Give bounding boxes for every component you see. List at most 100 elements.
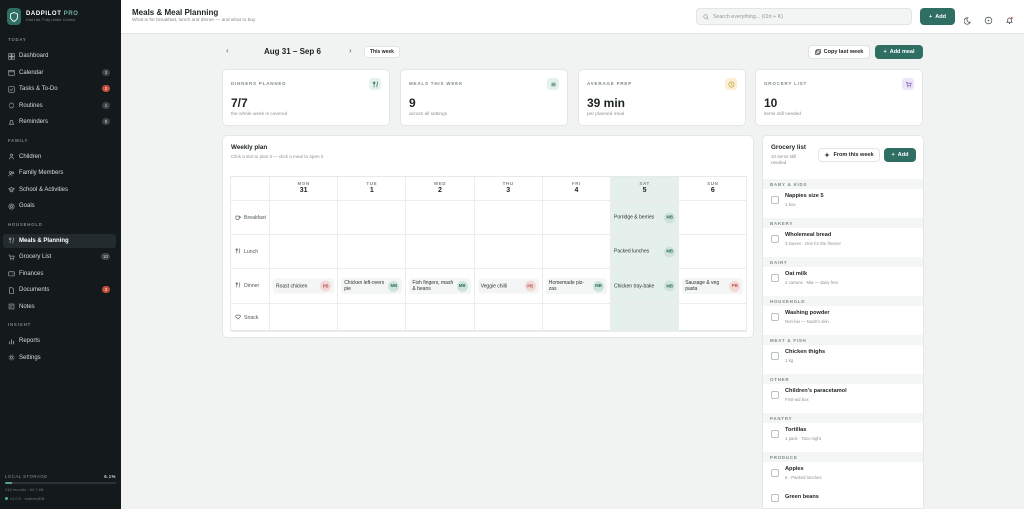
grocery-add-button[interactable]: + Add	[884, 148, 916, 162]
meal-chip[interactable]: Sausage & veg pasta PB	[682, 278, 744, 294]
sidebar-item-school-activities[interactable]: School & Activities	[3, 183, 116, 197]
sidebar-item-routines[interactable]: Routines 1	[3, 99, 116, 113]
meal-slot[interactable]	[542, 201, 611, 235]
help-icon[interactable]	[984, 12, 993, 25]
meal-chip[interactable]: Packed lunches MB	[614, 246, 676, 257]
day-name: TUE	[366, 181, 378, 186]
moon-icon[interactable]	[963, 12, 973, 25]
utensils-icon	[369, 78, 381, 90]
checkbox[interactable]	[771, 235, 779, 243]
checkbox[interactable]	[771, 469, 779, 477]
prev-week-chevron-icon[interactable]: ‹	[226, 46, 229, 55]
meal-chip[interactable]: Veggie chilli PB	[477, 278, 539, 294]
meal-slot[interactable]	[679, 201, 748, 235]
this-week-button[interactable]: This week	[364, 46, 400, 58]
sidebar-item-label: School & Activities	[19, 186, 69, 193]
meal-slot[interactable]	[542, 235, 611, 269]
sidebar-item-dashboard[interactable]: Dashboard	[3, 49, 116, 63]
stat-label: MEALS THIS WEEK	[409, 81, 464, 86]
add-meal-button[interactable]: + Add meal	[875, 45, 923, 59]
sidebar-item-label: Reminders	[19, 119, 49, 125]
meal-slot[interactable]	[406, 201, 475, 235]
brand-name: DADPILOT PRO	[26, 11, 79, 17]
grocery-item: Wholemeal bread 3 loaves · One for the fr…	[763, 230, 923, 255]
stat-subtext: the whole week is covered	[231, 112, 288, 117]
meal-slot[interactable]	[406, 235, 475, 269]
checkbox[interactable]	[771, 274, 779, 282]
coffee-icon	[235, 214, 241, 222]
grocery-item-name: Washing powder	[785, 310, 830, 316]
sidebar-item-calendar[interactable]: Calendar 3	[3, 66, 116, 80]
grocery-item-name: Wholemeal bread	[785, 232, 832, 238]
meal-slot[interactable]	[474, 304, 543, 332]
sidebar-item-meals-planning[interactable]: Meals & Planning	[3, 233, 116, 248]
day-date: 31	[299, 187, 308, 194]
meal-slot[interactable]: Chicken tray-bake MB	[611, 269, 680, 304]
meal-slot[interactable]: Chicken left-overs pie MB	[338, 269, 407, 304]
meal-slot[interactable]	[474, 201, 543, 235]
sidebar-item-goals[interactable]: Goals	[3, 199, 116, 213]
meal-slot[interactable]	[270, 304, 339, 332]
meal-slot[interactable]: Fish fingers, mash & beans MB	[406, 269, 475, 304]
meal-chip[interactable]: Porridge & berries MB	[614, 212, 676, 223]
copy-last-week-button[interactable]: Copy last week	[808, 45, 870, 59]
checkbox[interactable]	[771, 494, 779, 502]
sidebar-item-documents[interactable]: Documents 2	[3, 283, 116, 297]
sidebar-item-reminders[interactable]: Reminders 5	[3, 115, 116, 129]
meal-chip[interactable]: Chicken tray-bake MB	[614, 280, 676, 292]
grocery-item-name: Nappies size 5	[785, 193, 824, 199]
sidebar-item-reports[interactable]: Reports	[3, 334, 116, 348]
meal-slot[interactable]: Sausage & veg pasta PB	[679, 269, 748, 304]
meal-slot[interactable]: Packed lunches MB	[611, 235, 680, 269]
from-this-week-button[interactable]: From this week	[818, 148, 880, 162]
from-this-week-label: From this week	[833, 152, 874, 158]
meal-slot[interactable]	[679, 235, 748, 269]
meal-slot[interactable]	[542, 304, 611, 332]
search-input[interactable]: Search everything... (Ctrl + K)	[696, 8, 912, 25]
brand[interactable]: DADPILOT PRO Dad Life. Fully Under Contr…	[7, 8, 79, 25]
sidebar-item-family-members[interactable]: Family Members	[3, 166, 116, 180]
add-button[interactable]: + Add	[920, 8, 955, 25]
meal-chip[interactable]: Roast chicken PB	[273, 278, 335, 294]
sidebar-item-finances[interactable]: Finances	[3, 267, 116, 281]
grocery-subtitle: 10 items still needed	[771, 154, 797, 165]
sidebar-item-grocery-list[interactable]: Grocery List 10	[3, 250, 116, 264]
notification-bell-icon[interactable]	[1005, 12, 1014, 25]
meal-chip[interactable]: Homemade piz-zas MB	[545, 278, 607, 294]
stat-value: 39 min	[587, 96, 626, 110]
checkbox[interactable]	[771, 391, 779, 399]
sidebar-item-children[interactable]: Children	[3, 150, 116, 164]
meal-slot[interactable]: Porridge & berries MB	[611, 201, 680, 235]
meal-slot[interactable]: Roast chicken PB	[270, 269, 339, 304]
cart-icon	[7, 253, 15, 261]
sidebar-item-settings[interactable]: Settings	[3, 351, 116, 365]
sidebar-item-notes[interactable]: Notes	[3, 300, 116, 314]
meal-slot[interactable]	[338, 304, 407, 332]
meal-slot[interactable]	[474, 235, 543, 269]
checkbox[interactable]	[771, 196, 779, 204]
meal-slot[interactable]	[679, 304, 748, 332]
sidebar-item-label: Tasks & To-Do	[19, 86, 58, 92]
meal-slot[interactable]: Veggie chilli PB	[474, 269, 543, 304]
day-name: THU	[502, 181, 514, 186]
meal-slot[interactable]: Homemade piz-zas MB	[542, 269, 611, 304]
grocery-category: BABY & KIDS	[763, 179, 923, 189]
checkbox[interactable]	[771, 352, 779, 360]
grocery-category: DAIRY	[763, 257, 923, 267]
meal-chip[interactable]: Fish fingers, mash & beans MB	[409, 278, 471, 294]
nav-section-title: TODAY	[8, 37, 27, 42]
meal-row-label-text: Dinner	[244, 283, 260, 289]
next-week-chevron-icon[interactable]: ›	[349, 46, 352, 55]
meal-slot[interactable]	[338, 235, 407, 269]
meal-slot[interactable]	[270, 201, 339, 235]
checkbox[interactable]	[771, 430, 779, 438]
checkbox[interactable]	[771, 313, 779, 321]
meal-slot[interactable]	[338, 201, 407, 235]
storage-panel: LOCAL STORAGE 6.1% 216 records · 64.7 kB …	[5, 474, 116, 501]
meal-chip[interactable]: Chicken left-overs pie MB	[341, 278, 403, 294]
meal-slot[interactable]	[406, 304, 475, 332]
sidebar-item-tasks-to-do[interactable]: Tasks & To-Do 2	[3, 82, 116, 96]
meal-slot[interactable]	[270, 235, 339, 269]
meal-slot[interactable]	[611, 304, 680, 332]
heart-icon	[235, 314, 241, 322]
